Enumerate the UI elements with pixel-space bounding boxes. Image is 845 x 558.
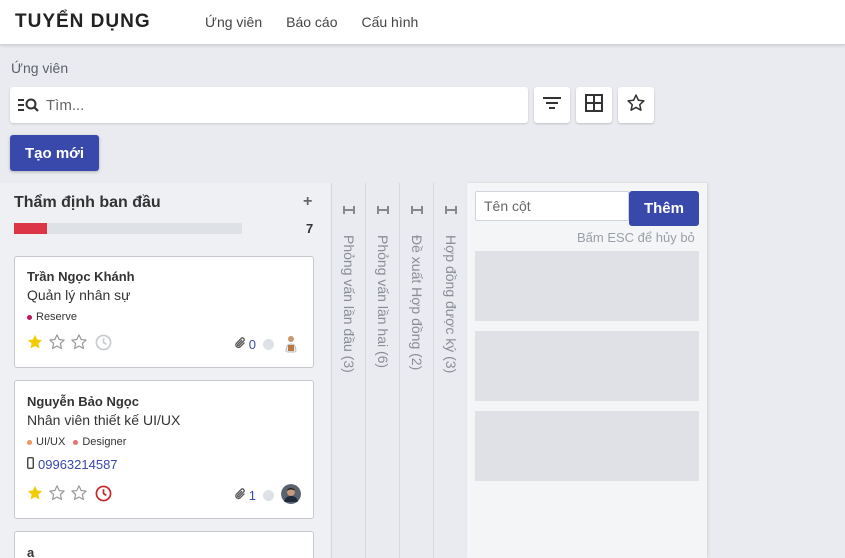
filter-button[interactable] <box>534 87 570 123</box>
column-name-input[interactable] <box>475 191 629 221</box>
favorites-button[interactable] <box>618 87 654 123</box>
paperclip-icon[interactable] <box>234 336 247 353</box>
star-empty-icon[interactable] <box>70 333 88 356</box>
kanban-state-dot[interactable] <box>263 339 274 350</box>
star-empty-icon[interactable] <box>70 484 88 507</box>
tag-label: Reserve <box>36 311 77 323</box>
job-title: Nhân viên thiết kế UI/UX <box>27 412 181 428</box>
ghost-card-placeholder <box>475 411 699 481</box>
search-icon <box>18 97 40 118</box>
job-title: Quản lý nhân sự <box>27 287 131 303</box>
progress-fill-red[interactable] <box>14 223 48 234</box>
avatar[interactable] <box>281 333 301 356</box>
folded-column[interactable]: Phỏng vấn lần đầu (3) <box>331 183 365 558</box>
avatar[interactable] <box>281 484 301 507</box>
breadcrumb: Ứng viên <box>11 60 69 76</box>
mobile-phone-icon <box>27 457 34 472</box>
tag-label: UI/UX <box>36 436 66 448</box>
star-empty-icon[interactable] <box>48 333 66 356</box>
folded-column-title: Hợp đồng được ký (3) <box>443 235 459 374</box>
tag-list: UI/UX Designer <box>27 436 126 448</box>
activity-clock-overdue-icon[interactable] <box>95 485 112 507</box>
kanban-view: Thẩm định ban đầu + 7 Trần Ngọc Khánh Qu… <box>0 183 845 558</box>
kanban-column-initial-qualification: Thẩm định ban đầu + 7 Trần Ngọc Khánh Qu… <box>0 183 330 558</box>
star-filled-icon[interactable] <box>26 484 44 507</box>
tag-color-dot <box>27 439 32 445</box>
card-footer-right: 0 <box>234 333 301 356</box>
esc-hint: Bấm ESC để hủy bỏ <box>577 230 695 245</box>
tag-list: Reserve <box>27 311 77 323</box>
unfold-handle-icon[interactable] <box>411 201 423 214</box>
folded-column-title: Phỏng vấn lần đầu (3) <box>341 235 357 373</box>
folded-column-title: Phỏng vấn lần hai (6) <box>375 235 391 369</box>
folded-column[interactable]: Hợp đồng được ký (3) <box>433 183 467 558</box>
ghost-card-placeholder <box>475 251 699 321</box>
column-title[interactable]: Thẩm định ban đầu <box>14 194 161 212</box>
phone-line: 09963214587 <box>27 457 118 472</box>
column-progress-bar[interactable] <box>14 223 242 234</box>
kanban-card[interactable]: Nguyễn Bảo Ngọc Nhân viên thiết kế UI/UX… <box>14 380 314 519</box>
unfold-handle-icon[interactable] <box>377 201 389 214</box>
priority-stars <box>26 333 112 356</box>
applicant-name: Trần Ngọc Khánh <box>27 269 135 284</box>
ghost-card-placeholder <box>475 331 699 401</box>
attachment-count: 0 <box>248 337 256 352</box>
kanban-card[interactable]: a <box>14 531 314 558</box>
priority-stars <box>26 484 112 507</box>
activity-clock-icon[interactable] <box>95 334 112 356</box>
menu-item-configuration[interactable]: Cấu hình <box>361 14 418 30</box>
top-navbar: TUYỂN DỤNG Ứng viên Báo cáo Cấu hình <box>0 0 845 45</box>
menu-item-reports[interactable]: Báo cáo <box>286 14 337 30</box>
card-footer-right: 1 <box>234 484 301 507</box>
tag-label: Designer <box>82 436 127 448</box>
quick-create-column: Thêm Bấm ESC để hủy bỏ <box>467 183 707 558</box>
unfold-handle-icon[interactable] <box>343 201 355 214</box>
folded-column[interactable]: Phỏng vấn lần hai (6) <box>365 183 399 558</box>
create-button[interactable]: Tạo mới <box>10 135 99 171</box>
paperclip-icon[interactable] <box>234 487 247 504</box>
star-filled-icon[interactable] <box>26 333 44 356</box>
add-column-button[interactable]: Thêm <box>629 191 699 226</box>
column-quick-add-button[interactable]: + <box>303 193 312 211</box>
tag: Designer <box>73 436 126 448</box>
attachment-count: 1 <box>248 488 256 503</box>
menu-item-applicants[interactable]: Ứng viên <box>205 14 262 30</box>
applicant-name: Nguyễn Bảo Ngọc <box>27 394 139 409</box>
phone-number[interactable]: 09963214587 <box>38 457 118 472</box>
kanban-card[interactable]: Trần Ngọc Khánh Quản lý nhân sự Reserve … <box>14 256 314 368</box>
kanban-state-dot[interactable] <box>263 490 274 501</box>
search-input[interactable] <box>46 93 516 117</box>
favorite-star-icon <box>626 93 646 118</box>
group-by-button[interactable] <box>576 87 612 123</box>
column-count: 7 <box>306 221 314 236</box>
folded-column-title: Đề xuất Hợp đồng (2) <box>409 235 425 371</box>
folded-column[interactable]: Đề xuất Hợp đồng (2) <box>399 183 433 558</box>
tag: Reserve <box>27 311 77 323</box>
search-box[interactable] <box>10 87 528 123</box>
tag-color-dot <box>27 314 32 320</box>
unfold-handle-icon[interactable] <box>445 201 457 214</box>
tag: UI/UX <box>27 436 65 448</box>
applicant-name: a <box>27 545 35 558</box>
tag-color-dot <box>73 439 79 445</box>
app-title[interactable]: TUYỂN DỤNG <box>15 11 151 33</box>
filter-icon <box>543 96 561 115</box>
group-by-icon <box>585 93 603 117</box>
main-menu: Ứng viên Báo cáo Cấu hình <box>205 14 418 30</box>
star-empty-icon[interactable] <box>48 484 66 507</box>
